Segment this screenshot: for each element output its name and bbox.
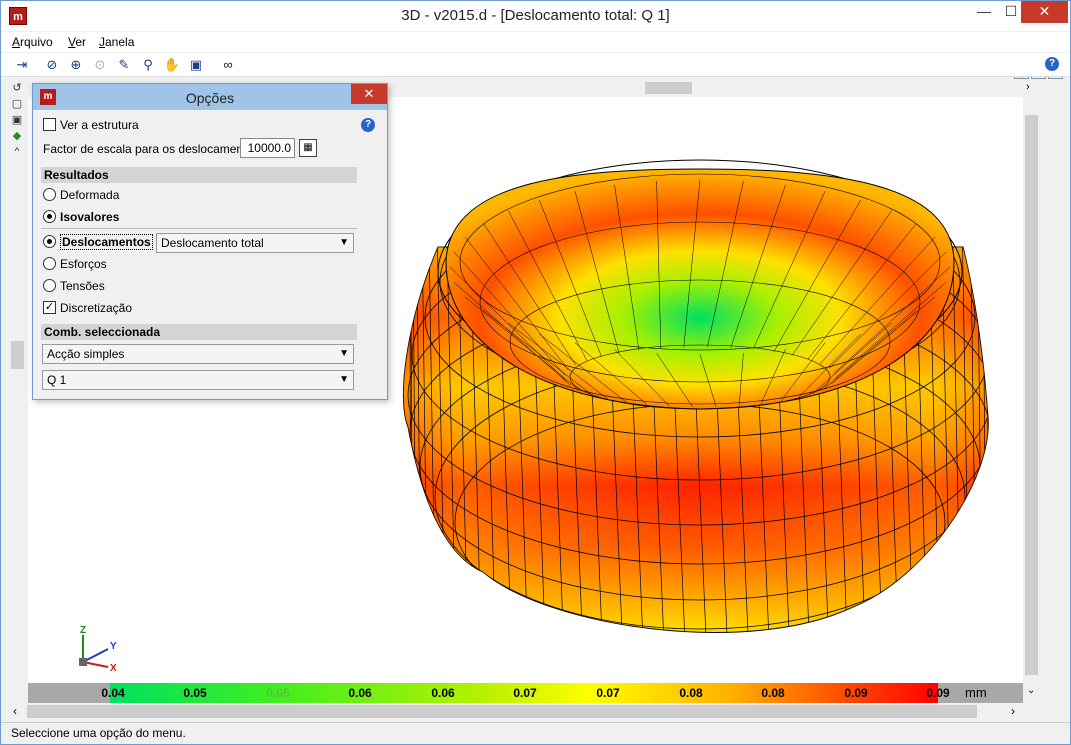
toolbar: ⇥ ⊘ ⊕ ⊙ ✎ ⚲ ✋ ▣ ∞ ?	[1, 53, 1070, 77]
discretizacao-label: Discretização	[60, 301, 133, 315]
status-bar: Seleccione uma opção do menu.	[1, 722, 1070, 744]
window-icon[interactable]: ▣	[187, 56, 205, 74]
legend-label: 0.09	[926, 686, 950, 700]
rotate-icon[interactable]: ↺	[9, 81, 25, 95]
axis-z-label: Z	[80, 625, 86, 636]
menu-ver[interactable]: Ver	[68, 35, 86, 49]
chevron-down-icon: ▼	[339, 237, 349, 248]
options-title: Opções	[185, 90, 235, 106]
legend-label: 0.08	[761, 686, 785, 700]
solid-cube-icon[interactable]: ◆	[9, 129, 25, 143]
scroll-down-arrow-icon[interactable]: ⌄	[1027, 685, 1035, 696]
pan-hand-icon[interactable]: ✋	[163, 56, 181, 74]
top-scrollbar-thumb[interactable]	[645, 82, 692, 94]
axis-x-label: X	[110, 663, 117, 674]
axis-y-label: Y	[110, 641, 117, 652]
help-icon[interactable]: ?	[1045, 57, 1059, 71]
right-scrollbar-thumb[interactable]	[1025, 115, 1038, 675]
options-close-button[interactable]: ✕	[351, 84, 387, 104]
legend-label: 0.04	[101, 686, 125, 700]
left-scrollbar[interactable]	[9, 151, 26, 701]
zoom-all-icon[interactable]: ⊕	[67, 56, 85, 74]
exit-icon[interactable]: ⇥	[13, 56, 31, 74]
q-select[interactable]: Q 1 ▼	[42, 370, 354, 390]
bottom-scrollbar-thumb[interactable]	[27, 705, 977, 718]
minimize-button[interactable]: —	[971, 1, 997, 23]
zoom-in-icon[interactable]: ⚲	[139, 56, 157, 74]
legend-label: 0.09	[844, 686, 868, 700]
zoom-previous-icon[interactable]: ⊙	[91, 56, 109, 74]
legend-label: 0.05	[266, 686, 290, 700]
scroll-right-arrow-icon[interactable]: ›	[1011, 704, 1015, 718]
discretizacao-checkbox[interactable]: ✓	[43, 301, 56, 314]
esforcos-radio[interactable]	[43, 257, 56, 270]
legend-unit: mm	[965, 685, 987, 700]
comb-header: Comb. seleccionada	[41, 324, 357, 340]
options-panel: m Opções ✕ Ver a estrutura ? Factor de e…	[32, 83, 388, 400]
esforcos-label: Esforços	[60, 257, 107, 271]
chevron-down-icon: ▼	[339, 374, 349, 385]
deslocamento-select[interactable]: Deslocamento total ▼	[156, 233, 354, 253]
scroll-right-arrow-icon[interactable]: ›	[1026, 81, 1030, 93]
legend-label: 0.07	[596, 686, 620, 700]
scroll-left-arrow-icon[interactable]: ‹	[13, 704, 17, 718]
close-button[interactable]: ✕	[1021, 1, 1068, 23]
isovalores-radio[interactable]	[43, 210, 56, 223]
options-titlebar[interactable]: m Opções ✕	[33, 84, 387, 110]
cubes-icon[interactable]: ▣	[9, 113, 25, 127]
tensoes-label: Tensões	[60, 279, 105, 293]
menu-bar: Arquivo Ver Janela _ ❐ ✕	[1, 32, 1070, 79]
calculator-icon[interactable]: ▦	[299, 139, 317, 157]
window-title: 3D - v2015.d - [Deslocamento total: Q 1]	[401, 7, 670, 24]
deformada-radio[interactable]	[43, 188, 56, 201]
mesh-edge	[410, 247, 413, 633]
legend-label: 0.07	[513, 686, 537, 700]
color-legend: 0.04 0.05 0.05 0.06 0.06 0.07 0.07 0.08 …	[28, 683, 1023, 703]
legend-label: 0.06	[431, 686, 455, 700]
factor-input[interactable]: 10000.0	[240, 138, 295, 158]
cube-icon[interactable]: ▢	[9, 97, 25, 111]
axis-triad: Z Y X	[79, 625, 117, 674]
isovalores-label: Isovalores	[60, 210, 120, 224]
legend-label: 0.05	[183, 686, 207, 700]
menu-janela[interactable]: Janela	[99, 35, 134, 49]
resultados-header: Resultados	[41, 167, 357, 183]
pen-icon[interactable]: ✎	[115, 56, 133, 74]
help-icon[interactable]: ?	[361, 118, 375, 132]
mesh-edge	[989, 247, 990, 657]
ver-estrutura-checkbox[interactable]	[43, 118, 56, 131]
chevron-down-icon: ▼	[339, 348, 349, 359]
title-bar: m 3D - v2015.d - [Deslocamento total: Q …	[1, 1, 1070, 31]
main-window: m 3D - v2015.d - [Deslocamento total: Q …	[0, 0, 1071, 745]
mesh-edge	[986, 247, 989, 633]
right-scrollbar[interactable]: ⌄	[1023, 97, 1040, 701]
accao-select[interactable]: Acção simples ▼	[42, 344, 354, 364]
binoculars-icon[interactable]: ∞	[219, 56, 237, 74]
deformada-label: Deformada	[60, 188, 120, 202]
factor-label: Factor de escala para os deslocamentos	[43, 142, 260, 156]
bottom-scrollbar[interactable]: ‹ ›	[9, 703, 1040, 720]
legend-label: 0.06	[348, 686, 372, 700]
tensoes-radio[interactable]	[43, 279, 56, 292]
zoom-window-icon[interactable]: ⊘	[43, 56, 61, 74]
status-text: Seleccione uma opção do menu.	[11, 726, 186, 740]
menu-arquivo[interactable]: Arquivo	[12, 35, 53, 49]
left-scrollbar-thumb[interactable]	[11, 341, 24, 369]
legend-label: 0.08	[679, 686, 703, 700]
view-tools: ↺ ▢ ▣ ◆ ^	[9, 81, 29, 158]
deslocamentos-radio[interactable]	[43, 235, 56, 248]
deslocamentos-label: Deslocamentos	[60, 234, 153, 250]
mesh-edge	[409, 247, 411, 633]
ver-estrutura-label: Ver a estrutura	[60, 118, 139, 132]
